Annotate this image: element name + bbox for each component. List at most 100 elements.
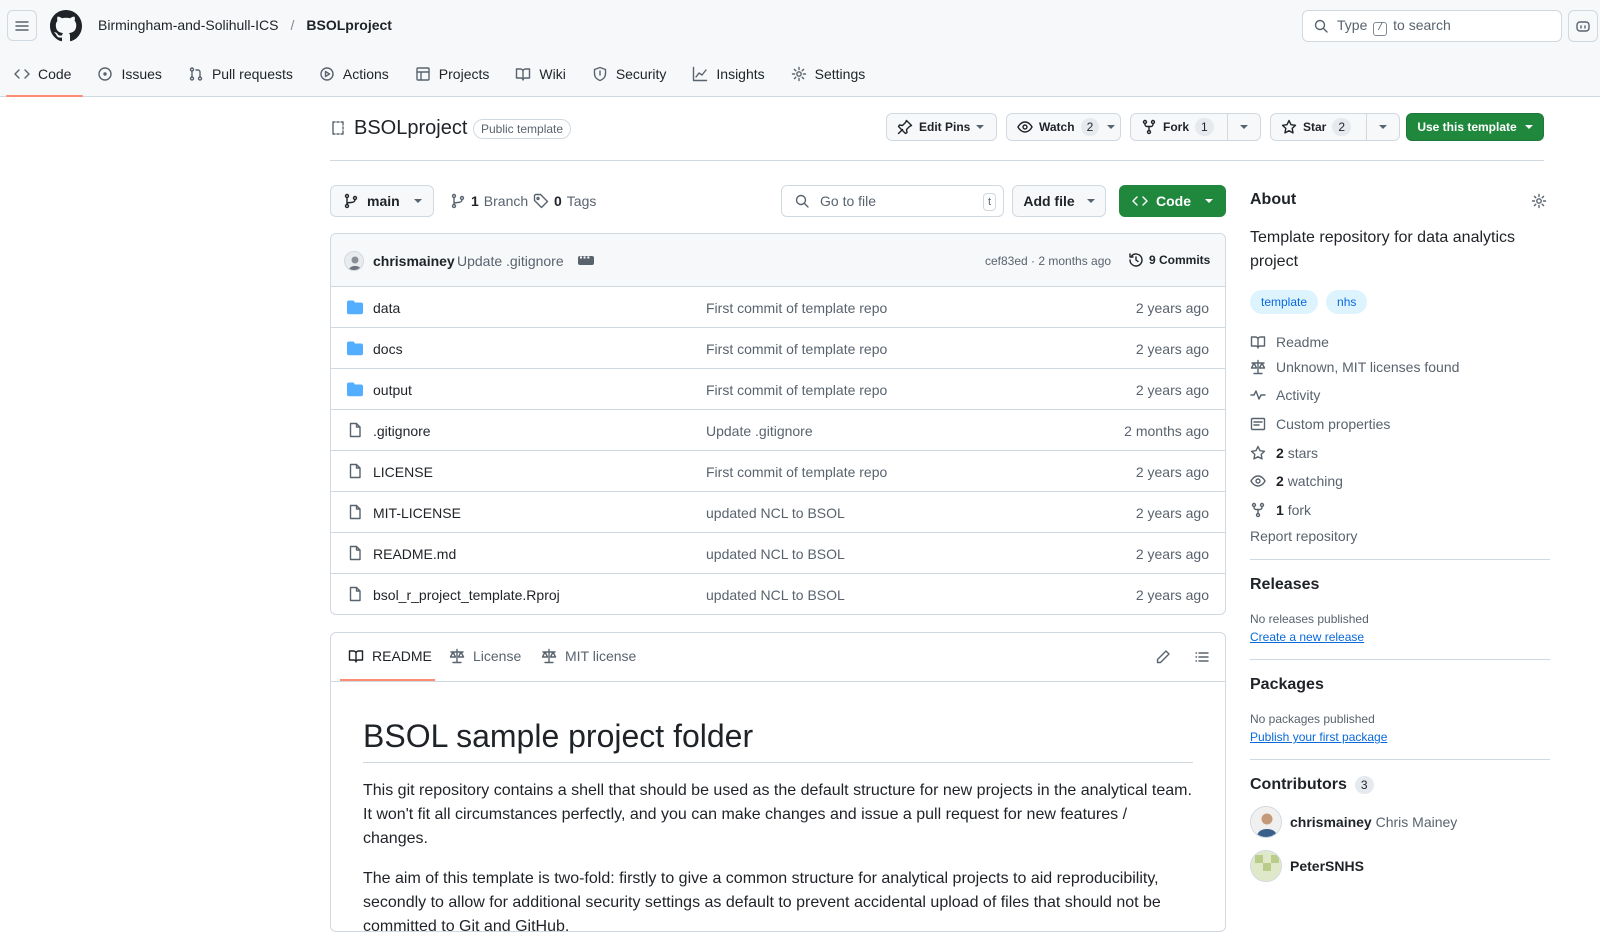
table-row[interactable]: output First commit of template repo 2 yea… xyxy=(331,369,1225,410)
edit-pins-button[interactable]: Edit Pins xyxy=(886,113,997,141)
about-meta: Readme Unknown, MIT licenses found Activ… xyxy=(1250,331,1550,545)
file-commit-message[interactable]: Update .gitignore xyxy=(706,423,813,439)
watch-button[interactable]: Watch 2 xyxy=(1006,113,1121,141)
table-row[interactable]: MIT-LICENSE updated NCL to BSOL 2 years ag… xyxy=(331,492,1225,533)
commit-hash-age[interactable]: cef83ed · 2 months ago xyxy=(985,254,1111,268)
about-title: About xyxy=(1250,191,1297,208)
branches-link[interactable]: 1 Branch xyxy=(450,193,528,209)
pencil-icon[interactable] xyxy=(1155,649,1171,665)
file-commit-message[interactable]: First commit of template repo xyxy=(706,300,887,316)
app-header: Birmingham-and-Solihull-ICS / BSOLprojec… xyxy=(0,0,1600,97)
stars-link[interactable]: 2 stars xyxy=(1250,438,1550,467)
tab-actions[interactable]: Actions xyxy=(311,58,401,90)
tab-code[interactable]: Code xyxy=(6,58,84,97)
history-icon xyxy=(1129,253,1143,267)
table-row[interactable]: README.md updated NCL to BSOL 2 years ago xyxy=(331,533,1225,574)
star-lists-button[interactable] xyxy=(1367,114,1399,140)
table-row[interactable]: bsol_r_project_template.Rproj updated NCL… xyxy=(331,574,1225,614)
file-name[interactable]: output xyxy=(373,382,412,398)
list-icon[interactable] xyxy=(1194,649,1210,665)
file-commit-message[interactable]: updated NCL to BSOL xyxy=(706,546,845,562)
avatar[interactable] xyxy=(1250,850,1282,883)
table-row[interactable]: .gitignore Update .gitignore 2 months ago xyxy=(331,410,1225,451)
file-commit-message[interactable]: First commit of template repo xyxy=(706,382,887,398)
tab-projects[interactable]: Projects xyxy=(407,58,502,90)
branch-icon xyxy=(344,193,358,209)
add-file-button[interactable]: Add file xyxy=(1012,185,1106,217)
github-logo-icon[interactable] xyxy=(50,10,82,42)
create-release-link[interactable]: Create a new release xyxy=(1250,630,1550,644)
eye-icon xyxy=(1250,475,1266,488)
contributors-header: Contributors 3 xyxy=(1250,776,1550,795)
tab-wiki[interactable]: Wiki xyxy=(507,58,577,90)
gear-icon[interactable] xyxy=(1531,193,1547,209)
avatar[interactable] xyxy=(344,251,364,271)
tags-link[interactable]: 0 Tags xyxy=(533,193,596,209)
commits-link[interactable]: 9 Commits xyxy=(1128,252,1210,268)
file-commit-message[interactable]: First commit of template repo xyxy=(706,464,887,480)
tab-mit-license[interactable]: MIT license xyxy=(541,648,636,664)
tab-pull-requests[interactable]: Pull requests xyxy=(180,58,305,90)
tab-insights[interactable]: Insights xyxy=(684,58,776,90)
contributors-title[interactable]: Contributors xyxy=(1250,776,1347,794)
table-icon xyxy=(416,67,430,81)
avatar[interactable] xyxy=(1250,806,1282,839)
chevron-down-icon xyxy=(976,125,985,129)
branch-select[interactable]: main xyxy=(330,185,434,217)
topic-tag[interactable]: nhs xyxy=(1326,290,1368,314)
commit-message[interactable]: Update .gitignore xyxy=(457,253,564,269)
file-commit-message[interactable]: First commit of template repo xyxy=(706,341,887,357)
search-input[interactable]: Type / to search xyxy=(1302,10,1562,42)
publish-package-link[interactable]: Publish your first package xyxy=(1250,730,1550,744)
file-name[interactable]: README.md xyxy=(373,546,456,562)
tab-readme[interactable]: README xyxy=(348,648,432,664)
menu-button[interactable] xyxy=(7,10,37,41)
tab-settings[interactable]: Settings xyxy=(783,58,878,90)
contributor-item[interactable]: chrismainey Chris Mainey xyxy=(1250,806,1550,839)
fork-options-button[interactable] xyxy=(1228,114,1260,140)
table-row[interactable]: data First commit of template repo 2 years… xyxy=(331,287,1225,328)
contributor-item[interactable]: PeterSNHS xyxy=(1250,850,1550,883)
file-name[interactable]: bsol_r_project_template.Rproj xyxy=(373,587,560,603)
report-repository-link[interactable]: Report repository xyxy=(1250,528,1550,544)
tab-issues[interactable]: Issues xyxy=(89,58,173,90)
table-row[interactable]: LICENSE First commit of template repo 2 ye… xyxy=(331,451,1225,492)
file-name[interactable]: .gitignore xyxy=(373,423,431,439)
file-age: 2 years ago xyxy=(1135,464,1209,480)
about-header: About xyxy=(1250,185,1550,215)
expand-commit-button[interactable] xyxy=(578,249,594,265)
tab-license[interactable]: License xyxy=(449,648,521,664)
file-age: 2 months ago xyxy=(1124,423,1209,439)
breadcrumb-owner[interactable]: Birmingham-and-Solihull-ICS xyxy=(98,17,279,33)
activity-link[interactable]: Activity xyxy=(1250,381,1550,410)
code-button[interactable]: Code xyxy=(1119,185,1226,217)
fork-button[interactable]: Fork 1 xyxy=(1130,113,1261,141)
watchers-link[interactable]: 2 watching xyxy=(1250,467,1550,496)
copilot-button[interactable] xyxy=(1568,10,1598,42)
tab-security[interactable]: Security xyxy=(584,58,679,90)
book-icon xyxy=(516,68,531,81)
repo-title[interactable]: BSOLproject xyxy=(354,117,467,140)
readme-link[interactable]: Readme xyxy=(1250,331,1550,352)
file-name[interactable]: docs xyxy=(373,341,403,357)
license-link[interactable]: Unknown, MIT licenses found xyxy=(1250,352,1550,381)
file-name[interactable]: data xyxy=(373,300,400,316)
divider xyxy=(1250,559,1550,561)
star-button[interactable]: Star 2 xyxy=(1270,113,1400,141)
releases-title[interactable]: Releases xyxy=(1250,576,1550,594)
topic-tag[interactable]: template xyxy=(1250,290,1319,314)
file-name[interactable]: LICENSE xyxy=(373,464,433,480)
packages-title[interactable]: Packages xyxy=(1250,676,1550,694)
use-template-button[interactable]: Use this template xyxy=(1406,113,1544,141)
commit-author[interactable]: chrismainey xyxy=(373,253,455,269)
file-icon xyxy=(347,586,363,602)
custom-properties-link[interactable]: Custom properties xyxy=(1250,410,1550,439)
forks-link[interactable]: 1 fork xyxy=(1250,496,1550,525)
chevron-down-icon xyxy=(1240,125,1248,129)
breadcrumb-repo[interactable]: BSOLproject xyxy=(306,17,392,33)
table-row[interactable]: docs First commit of template repo 2 years… xyxy=(331,328,1225,369)
go-to-file-input[interactable]: Go to file t xyxy=(781,185,1004,217)
file-name[interactable]: MIT-LICENSE xyxy=(373,505,461,521)
file-commit-message[interactable]: updated NCL to BSOL xyxy=(706,505,845,521)
file-commit-message[interactable]: updated NCL to BSOL xyxy=(706,587,845,603)
